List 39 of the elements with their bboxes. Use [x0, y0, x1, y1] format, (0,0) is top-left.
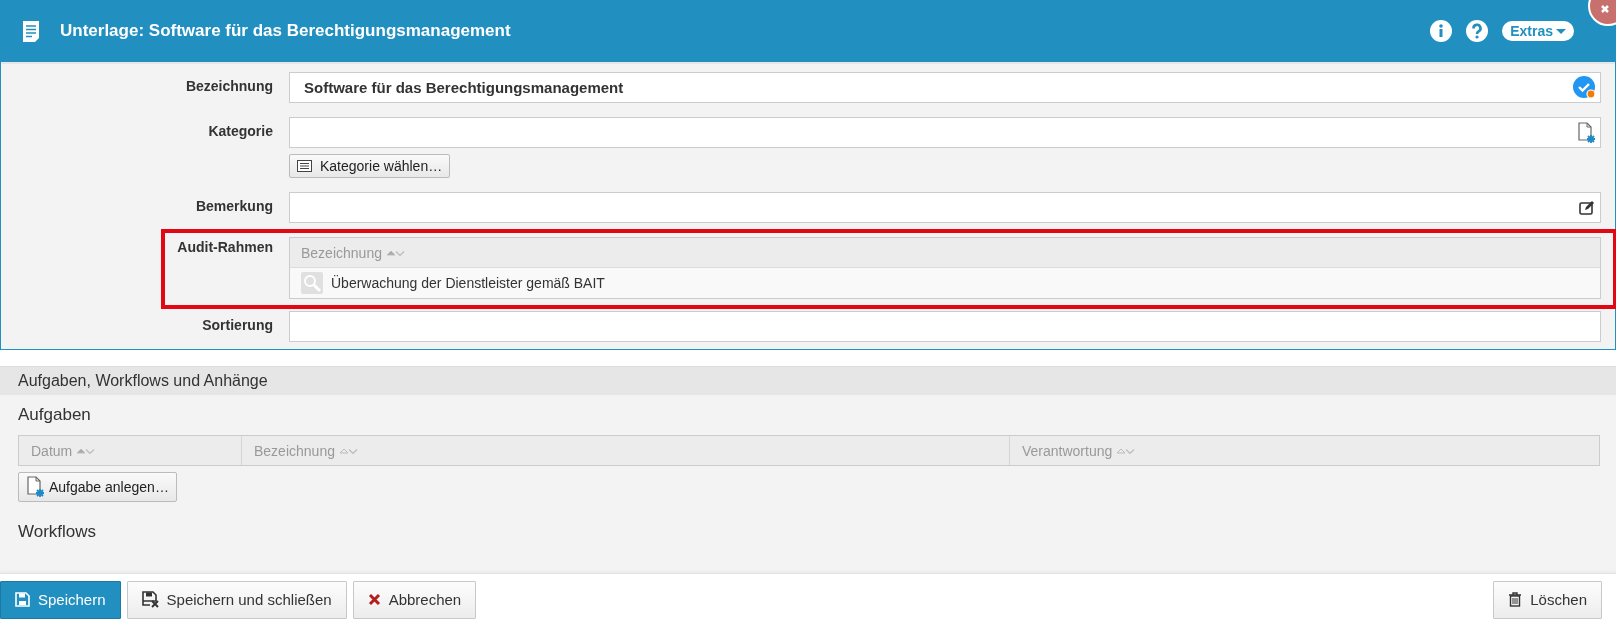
sort-icon[interactable]: [385, 248, 405, 257]
info-icon[interactable]: [1430, 20, 1453, 42]
section-header: Aufgaben, Workflows und Anhänge: [0, 366, 1616, 395]
footer-button[interactable]: Abbrechen: [352, 580, 477, 619]
field-label: Sortierung: [201, 316, 273, 335]
new-document-icon[interactable]: [1577, 121, 1596, 144]
save-icon: [15, 592, 30, 607]
sort-icon[interactable]: [76, 446, 96, 455]
extras-button[interactable]: Extras: [1502, 21, 1574, 41]
field-label: Bezeichnung: [184, 77, 273, 96]
add-task-button[interactable]: Aufgabe anlegen…: [18, 472, 177, 502]
sort-icon[interactable]: [1116, 446, 1136, 455]
field-label: Kategorie: [207, 122, 273, 141]
footer-button[interactable]: Speichern und schließen: [126, 580, 347, 619]
save-close-icon: [141, 591, 159, 608]
footer-button[interactable]: Speichern: [0, 580, 121, 619]
trash-icon: [1508, 592, 1523, 607]
table-cell: Überwachung der Dienstleister gemäß BAIT: [331, 275, 605, 291]
window-title: Unterlage: Software für das Berechtigungsmanagement: [60, 21, 512, 41]
help-icon[interactable]: [1466, 20, 1489, 42]
input-field[interactable]: [289, 311, 1601, 342]
section-heading: Workflows: [18, 522, 98, 542]
check-badge-icon[interactable]: [1573, 76, 1596, 99]
sort-icon[interactable]: [338, 446, 358, 455]
section-heading: Aufgaben: [18, 405, 92, 425]
delete-button[interactable]: Löschen: [1493, 580, 1602, 619]
field-label: Bemerkung: [194, 197, 273, 216]
list-icon: [297, 160, 312, 172]
search-icon[interactable]: [301, 272, 323, 294]
input-field[interactable]: Software für das Berechtigungsmanagement: [289, 72, 1601, 103]
caret-icon: [1556, 28, 1566, 34]
field-label: Audit-Rahmen: [176, 238, 273, 257]
edit-icon[interactable]: [1579, 199, 1596, 216]
new-document-icon: [26, 476, 45, 498]
document-icon: [22, 19, 40, 43]
input-field[interactable]: [289, 192, 1601, 223]
cancel-icon: [367, 593, 381, 606]
choose-category-button[interactable]: Kategorie wählen…: [289, 154, 451, 178]
input-field[interactable]: [289, 117, 1601, 148]
